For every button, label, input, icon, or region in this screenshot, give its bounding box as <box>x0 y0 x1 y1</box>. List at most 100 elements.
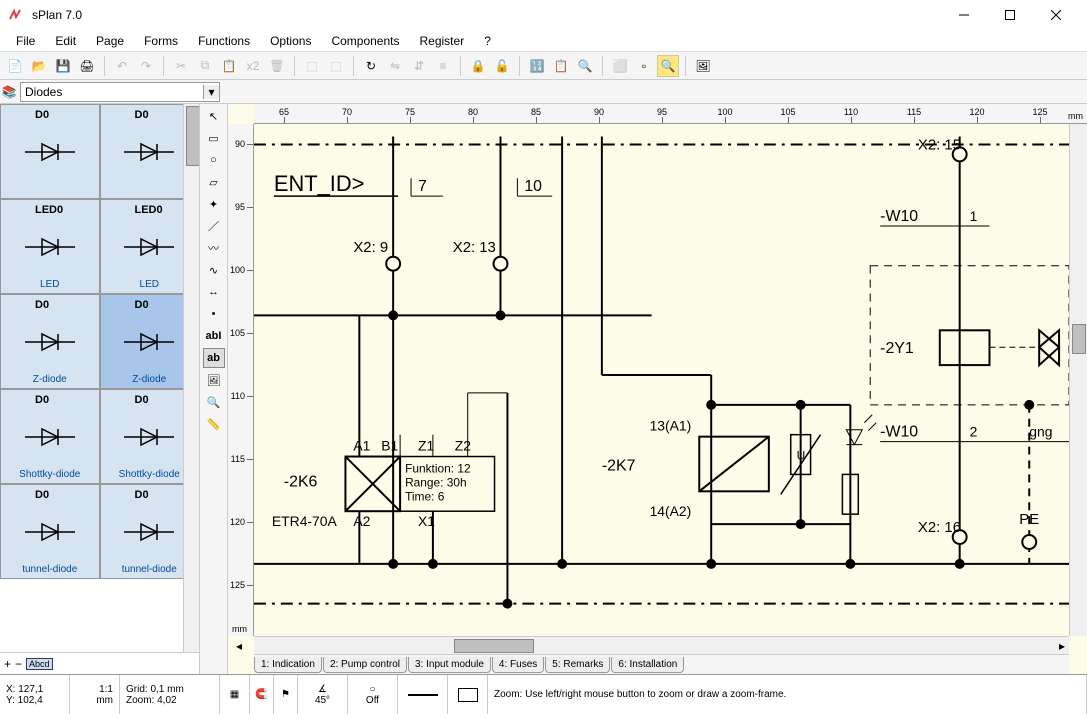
rect-tool[interactable]: ▭ <box>203 128 225 148</box>
library-dropdown[interactable]: ▾ <box>20 82 220 102</box>
svg-text:-2K7: -2K7 <box>602 457 636 474</box>
canvas-scrollbar-h[interactable]: ▸ ◂ <box>254 636 1069 654</box>
svg-text:Range: 30h: Range: 30h <box>405 475 467 489</box>
print-button[interactable]: 🖨 <box>76 55 98 77</box>
mirror-v-button[interactable]: ⇵ <box>408 55 430 77</box>
cut-button[interactable]: ✂ <box>170 55 192 77</box>
textblock-tool[interactable]: ab <box>203 348 225 368</box>
ungroup-button[interactable]: ⬚ <box>325 55 347 77</box>
zoom-selected-button[interactable]: 🔍 <box>657 55 679 77</box>
page-tab[interactable]: 4: Fuses <box>492 657 544 673</box>
canvas-scrollbar-v[interactable] <box>1069 124 1087 636</box>
menu-file[interactable]: File <box>8 32 43 50</box>
page-tab[interactable]: 2: Pump control <box>323 657 407 673</box>
select-tool[interactable]: ↖ <box>203 106 225 126</box>
svg-text:Z1: Z1 <box>418 438 434 454</box>
component-sidebar: D0D0LED0LEDLED0LEDD0Z-diodeD0Z-diodeD0Sh… <box>0 104 200 674</box>
menu-edit[interactable]: Edit <box>47 32 84 50</box>
picture-button[interactable]: 🖼 <box>692 55 714 77</box>
align-button[interactable]: ≡ <box>432 55 454 77</box>
svg-text:X2: 16: X2: 16 <box>918 520 961 536</box>
lock-button[interactable]: 🔒 <box>467 55 489 77</box>
zoom-tool[interactable]: 🔍 <box>203 392 225 412</box>
renumber-button[interactable]: 🔢 <box>526 55 548 77</box>
palette-scrollbar[interactable] <box>183 104 199 652</box>
ruler-vertical: mm 9095100105110115120125 <box>228 124 254 636</box>
menu-register[interactable]: Register <box>412 32 473 50</box>
page-tab[interactable]: 1: Indication <box>254 657 322 673</box>
image-tool[interactable]: 🖼 <box>203 370 225 390</box>
group-button[interactable]: ⬚ <box>301 55 323 77</box>
app-icon <box>8 7 24 23</box>
line-tool[interactable]: ／ <box>203 216 225 236</box>
ruler-horizontal: mm 65707580859095100105110115120125 <box>254 104 1087 124</box>
component-2k7[interactable]: -2K7 13(A1) 14(A2) U <box>602 375 876 569</box>
page-tab[interactable]: 6: Installation <box>611 657 684 673</box>
delete-button[interactable]: 🗑 <box>266 55 288 77</box>
main-area: D0D0LED0LEDLED0LEDD0Z-diodeD0Z-diodeD0Sh… <box>0 104 1087 674</box>
menu-page[interactable]: Page <box>88 32 132 50</box>
svg-text:ETR4-70A: ETR4-70A <box>272 513 338 529</box>
menu-components[interactable]: Components <box>323 32 407 50</box>
search-button[interactable]: 🔍 <box>574 55 596 77</box>
zoom-page-button[interactable]: ⬜ <box>609 55 631 77</box>
maximize-button[interactable] <box>987 0 1033 30</box>
save-button[interactable]: 💾 <box>52 55 74 77</box>
copy-button[interactable]: ⧉ <box>194 55 216 77</box>
main-toolbar: 📄 📂 💾 🖨 ↶ ↷ ✂ ⧉ 📋 x2 🗑 ⬚ ⬚ ↻ ⇋ ⇵ ≡ 🔒 🔓 🔢… <box>0 52 1087 80</box>
component-palette: D0D0LED0LEDLED0LEDD0Z-diodeD0Z-diodeD0Sh… <box>0 104 199 652</box>
zoom-in-icon[interactable]: + <box>4 657 11 671</box>
mirror-h-button[interactable]: ⇋ <box>384 55 406 77</box>
node-tool[interactable]: • <box>203 304 225 324</box>
svg-text:-2K6: -2K6 <box>284 473 318 490</box>
dimension-tool[interactable]: ↔ <box>203 282 225 302</box>
statusbar: X: 127,1Y: 102,4 1:1mm Grid: 0,1 mmZoom:… <box>0 674 1087 714</box>
palette-item[interactable]: D0 <box>0 104 100 199</box>
redo-button[interactable]: ↷ <box>135 55 157 77</box>
undo-button[interactable]: ↶ <box>111 55 133 77</box>
freehand-tool[interactable]: ∿ <box>203 260 225 280</box>
palette-item[interactable]: D0Shottky-diode <box>0 389 100 484</box>
duplicate-button[interactable]: x2 <box>242 55 264 77</box>
new-button[interactable]: 📄 <box>4 55 26 77</box>
paste-button[interactable]: 📋 <box>218 55 240 77</box>
menu-options[interactable]: Options <box>262 32 319 50</box>
palette-item[interactable]: LED0LED <box>0 199 100 294</box>
svg-text:gng: gng <box>1029 424 1052 440</box>
drawing-canvas[interactable]: ENT_ID> 7 10 X2: 9 X2: 13 <box>254 124 1069 636</box>
zoom-elements-button[interactable]: ▫ <box>633 55 655 77</box>
palette-item[interactable]: D0Z-diode <box>0 294 100 389</box>
page-tab[interactable]: 5: Remarks <box>545 657 610 673</box>
bezier-tool[interactable]: 〰 <box>203 238 225 258</box>
svg-text:ENT_ID>: ENT_ID> <box>274 171 365 196</box>
svg-text:B1: B1 <box>381 438 398 454</box>
text-tool[interactable]: abI <box>203 326 225 346</box>
svg-text:A1: A1 <box>353 438 370 454</box>
unlock-button[interactable]: 🔓 <box>491 55 513 77</box>
svg-text:Z2: Z2 <box>455 438 471 454</box>
library-dropdown-value[interactable] <box>21 85 203 99</box>
label-toggle[interactable]: Abcd <box>26 658 53 670</box>
circle-tool[interactable]: ○ <box>203 150 225 170</box>
minimize-button[interactable] <box>941 0 987 30</box>
page-tabs: 1: Indication2: Pump control3: Input mod… <box>254 654 1069 674</box>
rotate-button[interactable]: ↻ <box>360 55 382 77</box>
open-button[interactable]: 📂 <box>28 55 50 77</box>
dropdown-icon[interactable]: ▾ <box>203 85 219 99</box>
special-tool[interactable]: ✦ <box>203 194 225 214</box>
ruler-h-unit: mm <box>1068 111 1083 121</box>
menu-functions[interactable]: Functions <box>190 32 258 50</box>
page-tab[interactable]: 3: Input module <box>408 657 491 673</box>
zoom-out-icon[interactable]: − <box>15 657 22 671</box>
svg-text:10: 10 <box>524 178 542 195</box>
svg-text:-W10: -W10 <box>880 208 918 225</box>
svg-text:-W10: -W10 <box>880 424 918 441</box>
menu-help[interactable]: ? <box>476 32 499 50</box>
menu-forms[interactable]: Forms <box>136 32 186 50</box>
close-button[interactable] <box>1033 0 1079 30</box>
poly-tool[interactable]: ▱ <box>203 172 225 192</box>
measure-tool[interactable]: 📏 <box>203 414 225 434</box>
window-title: sPlan 7.0 <box>32 8 941 22</box>
list-button[interactable]: 📋 <box>550 55 572 77</box>
palette-item[interactable]: D0tunnel-diode <box>0 484 100 579</box>
